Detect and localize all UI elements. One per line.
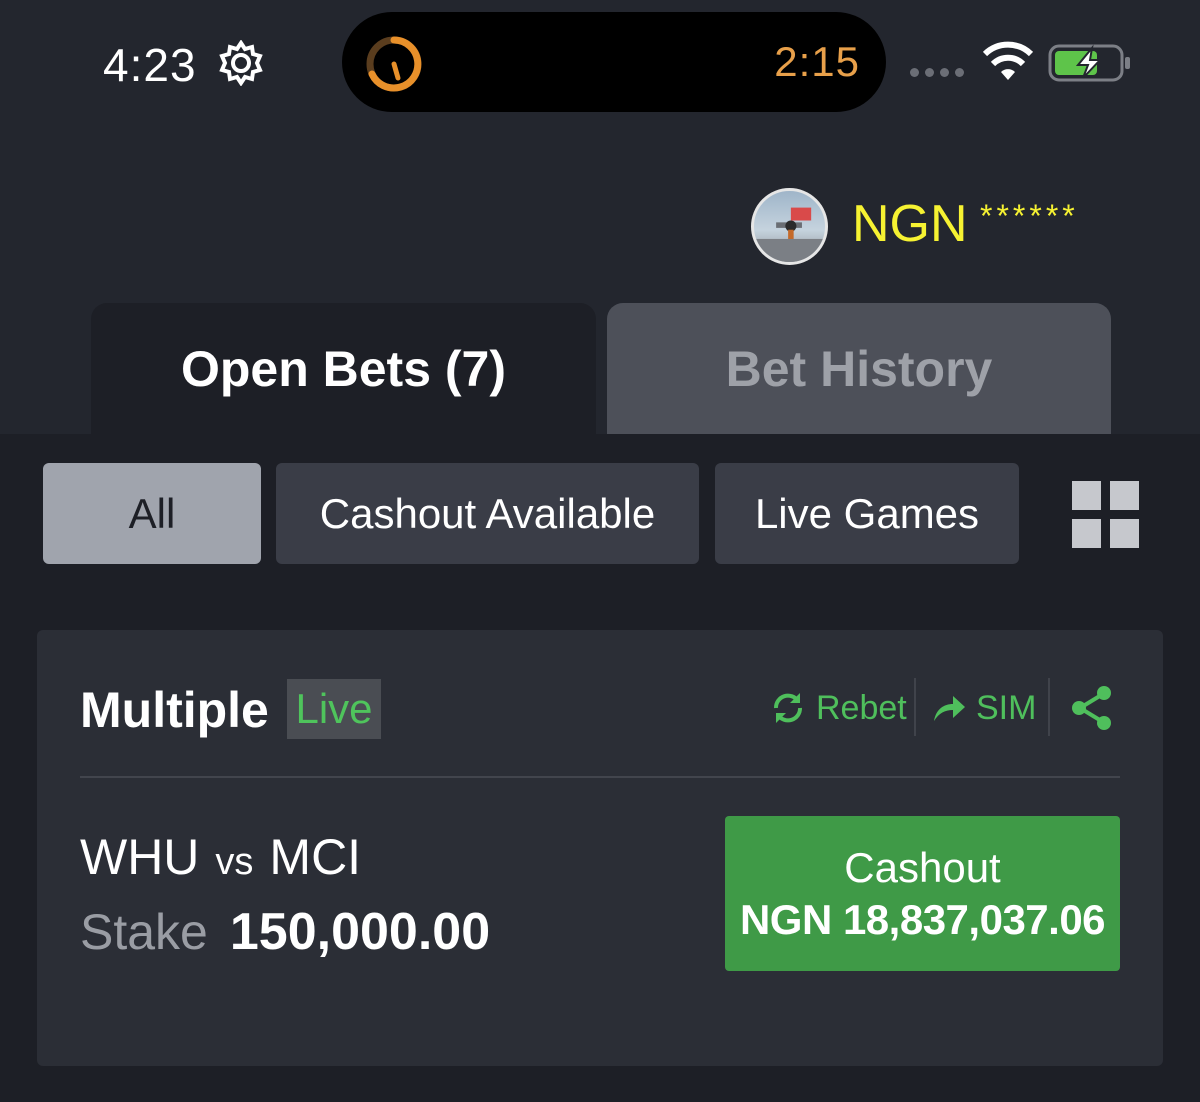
filter-all[interactable]: All	[43, 463, 261, 564]
filter-cashout-available[interactable]: Cashout Available	[276, 463, 699, 564]
activity-timer: 2:15	[774, 38, 860, 85]
status-time: 4:23	[103, 39, 197, 91]
stake-amount: 150,000.00	[229, 903, 491, 961]
rebet-button[interactable]: Rebet	[770, 684, 907, 732]
tab-open-bets[interactable]: Open Bets (7)	[91, 303, 596, 434]
stake-row: Stake 150,000.00	[80, 902, 490, 962]
share-button[interactable]	[1070, 684, 1114, 732]
sim-button[interactable]: SIM	[932, 684, 1036, 732]
cashout-label: Cashout	[844, 843, 1001, 891]
sim-label: SIM	[976, 688, 1037, 727]
timer-ring-icon	[366, 36, 422, 92]
wifi-icon	[982, 41, 1034, 80]
action-divider	[914, 678, 916, 736]
refresh-icon	[773, 693, 803, 723]
cashout-amount: NGN 18,837,037.06	[739, 895, 1106, 943]
balance-currency[interactable]: NGN	[852, 194, 968, 254]
gear-icon	[219, 40, 263, 86]
away-team: MCI	[269, 829, 362, 885]
live-badge: Live	[287, 679, 381, 739]
rebet-label: Rebet	[816, 688, 907, 727]
bet-type: Multiple	[80, 682, 269, 738]
vs-label: vs	[215, 841, 254, 883]
avatar[interactable]	[751, 188, 828, 265]
home-team: WHU	[80, 829, 200, 885]
action-divider	[1048, 678, 1050, 736]
forward-arrow-icon	[934, 696, 965, 721]
signal-icon	[910, 68, 964, 77]
dynamic-island[interactable]: 2:15	[342, 12, 886, 112]
stake-label: Stake	[80, 904, 208, 960]
battery-charging-icon	[1048, 44, 1130, 82]
filter-live-games[interactable]: Live Games	[715, 463, 1019, 564]
card-divider	[80, 776, 1120, 778]
tab-bet-history[interactable]: Bet History	[607, 303, 1111, 434]
grid-view-icon[interactable]	[1072, 481, 1139, 548]
balance-masked[interactable]: ******	[980, 198, 1079, 235]
share-icon	[1072, 686, 1111, 730]
match-teams[interactable]: WHU vs MCI	[80, 828, 361, 886]
cashout-button[interactable]: Cashout NGN 18,837,037.06	[725, 816, 1120, 971]
